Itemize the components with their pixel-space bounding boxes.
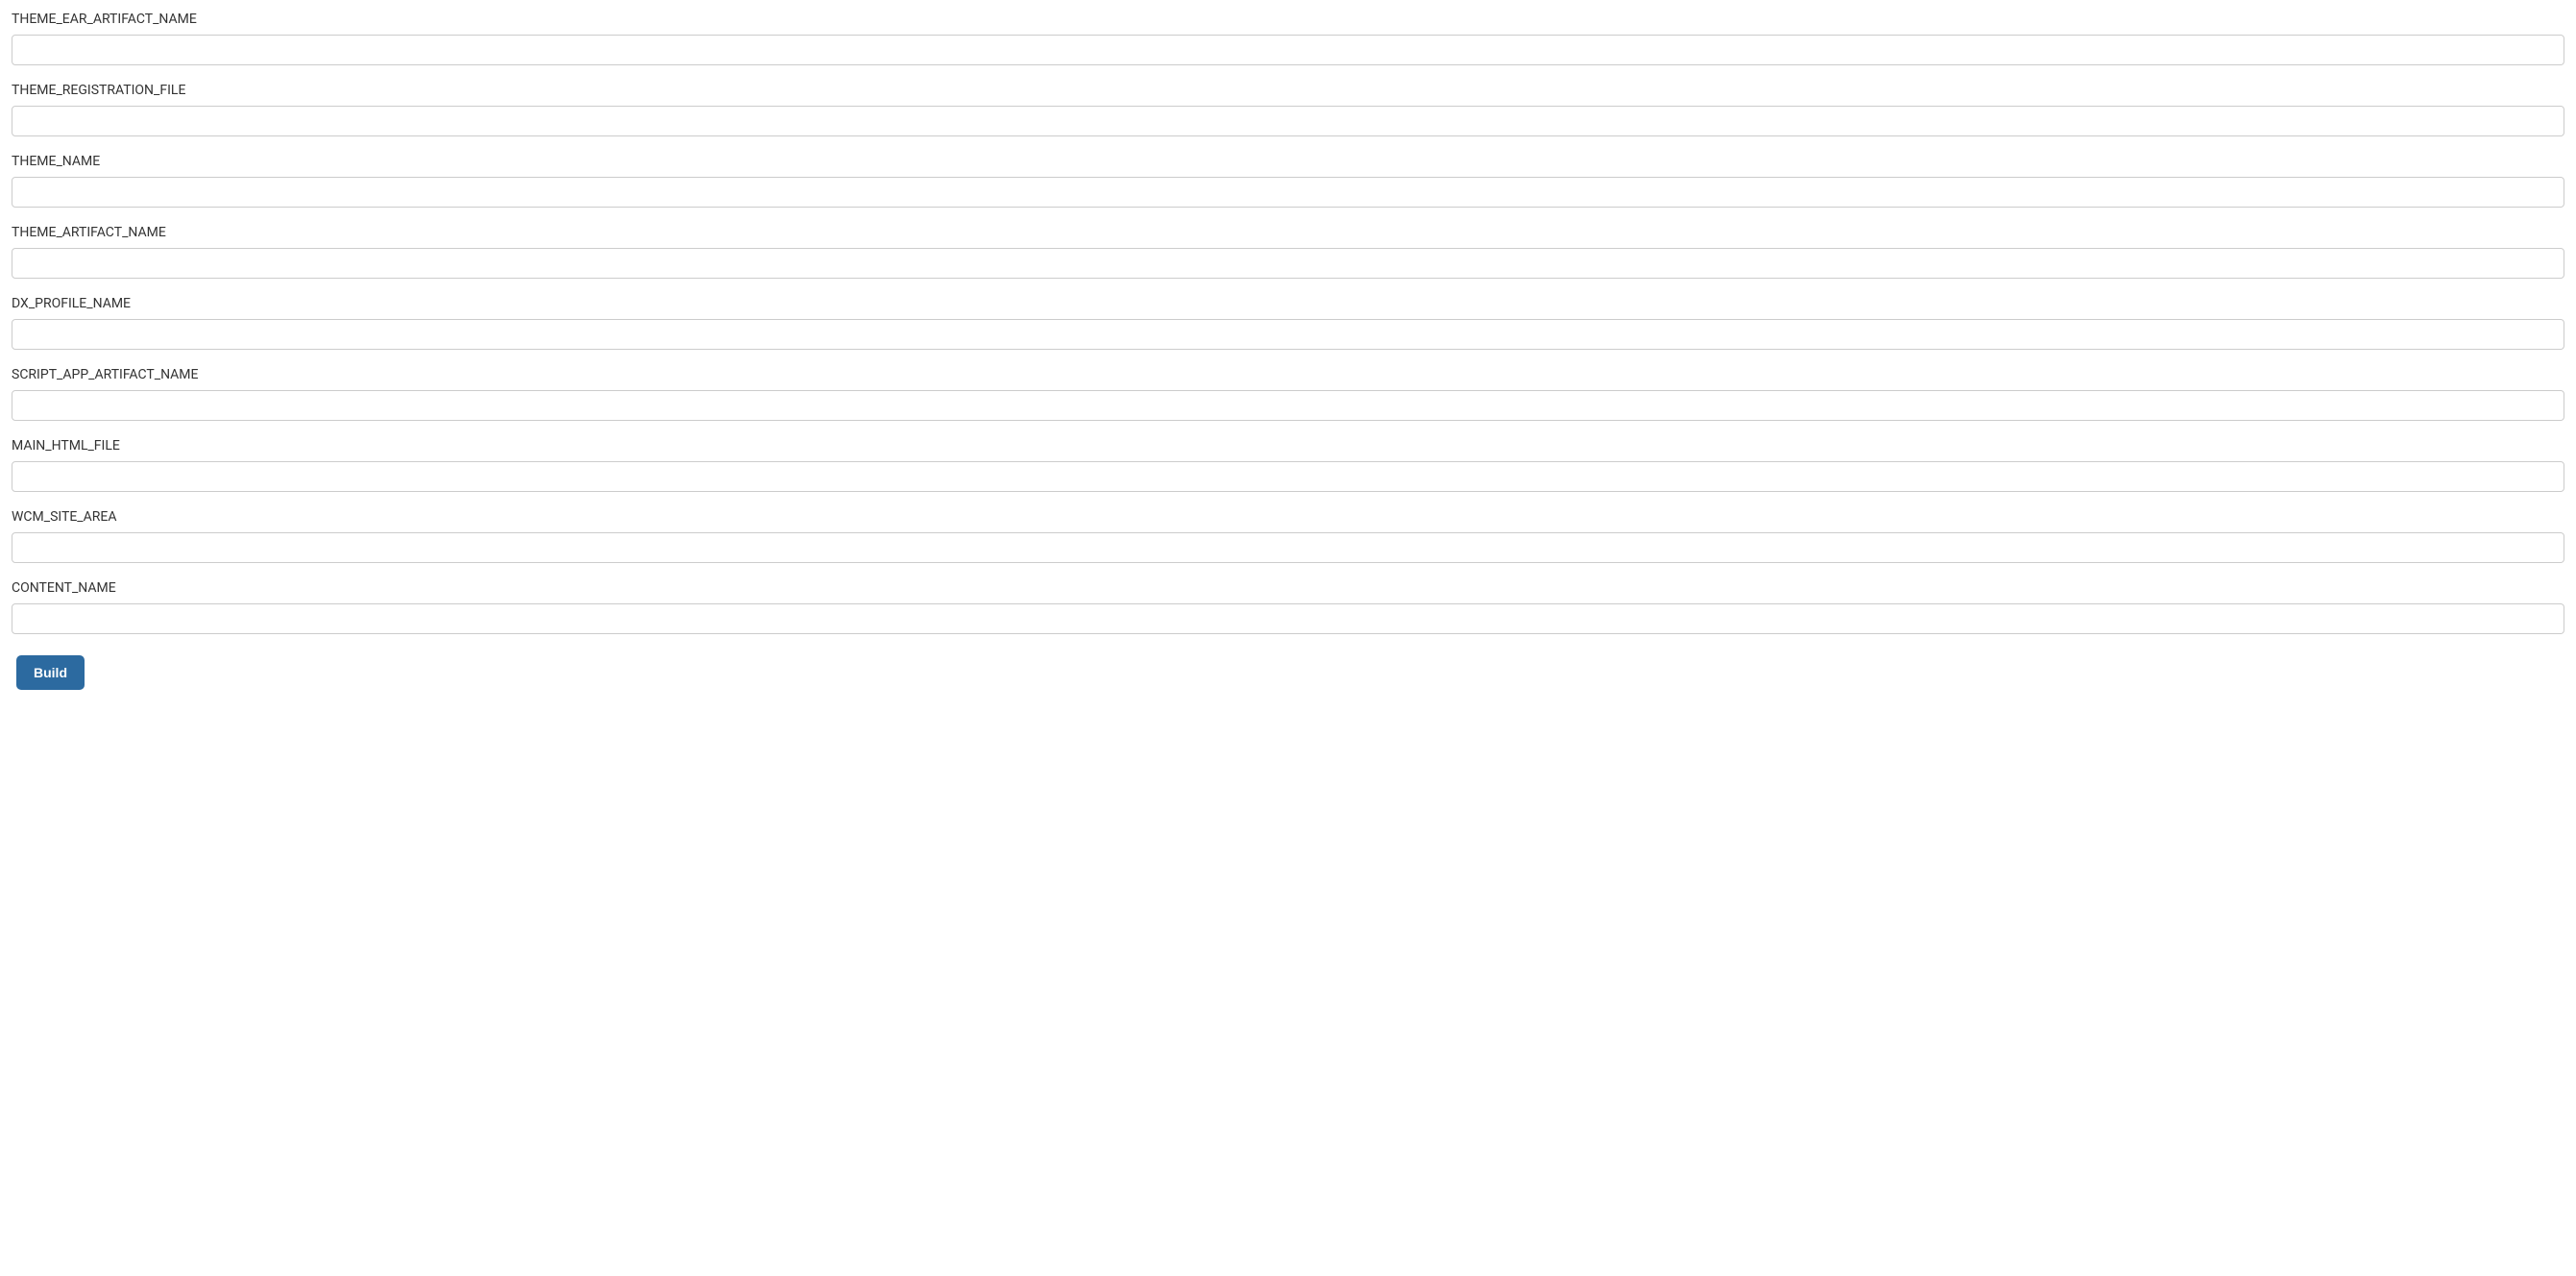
field-group-theme-artifact-name: THEME_ARTIFACT_NAME [12,225,2564,279]
field-group-script-app-artifact-name: SCRIPT_APP_ARTIFACT_NAME [12,367,2564,421]
input-theme-name[interactable] [12,177,2564,208]
field-group-theme-ear-artifact-name: THEME_EAR_ARTIFACT_NAME [12,12,2564,65]
input-theme-artifact-name[interactable] [12,248,2564,279]
label-wcm-site-area: WCM_SITE_AREA [12,509,2564,525]
input-script-app-artifact-name[interactable] [12,390,2564,421]
build-form: THEME_EAR_ARTIFACT_NAME THEME_REGISTRATI… [12,12,2564,690]
input-wcm-site-area[interactable] [12,532,2564,563]
field-group-main-html-file: MAIN_HTML_FILE [12,438,2564,492]
input-theme-registration-file[interactable] [12,106,2564,136]
label-content-name: CONTENT_NAME [12,580,2564,596]
label-theme-name: THEME_NAME [12,154,2564,169]
label-theme-artifact-name: THEME_ARTIFACT_NAME [12,225,2564,240]
field-group-content-name: CONTENT_NAME [12,580,2564,634]
label-theme-registration-file: THEME_REGISTRATION_FILE [12,83,2564,98]
field-group-wcm-site-area: WCM_SITE_AREA [12,509,2564,563]
input-main-html-file[interactable] [12,461,2564,492]
field-group-dx-profile-name: DX_PROFILE_NAME [12,296,2564,350]
label-theme-ear-artifact-name: THEME_EAR_ARTIFACT_NAME [12,12,2564,27]
field-group-theme-registration-file: THEME_REGISTRATION_FILE [12,83,2564,136]
field-group-theme-name: THEME_NAME [12,154,2564,208]
input-dx-profile-name[interactable] [12,319,2564,350]
input-content-name[interactable] [12,603,2564,634]
input-theme-ear-artifact-name[interactable] [12,35,2564,65]
build-button[interactable]: Build [16,655,85,690]
label-main-html-file: MAIN_HTML_FILE [12,438,2564,454]
label-script-app-artifact-name: SCRIPT_APP_ARTIFACT_NAME [12,367,2564,382]
label-dx-profile-name: DX_PROFILE_NAME [12,296,2564,311]
